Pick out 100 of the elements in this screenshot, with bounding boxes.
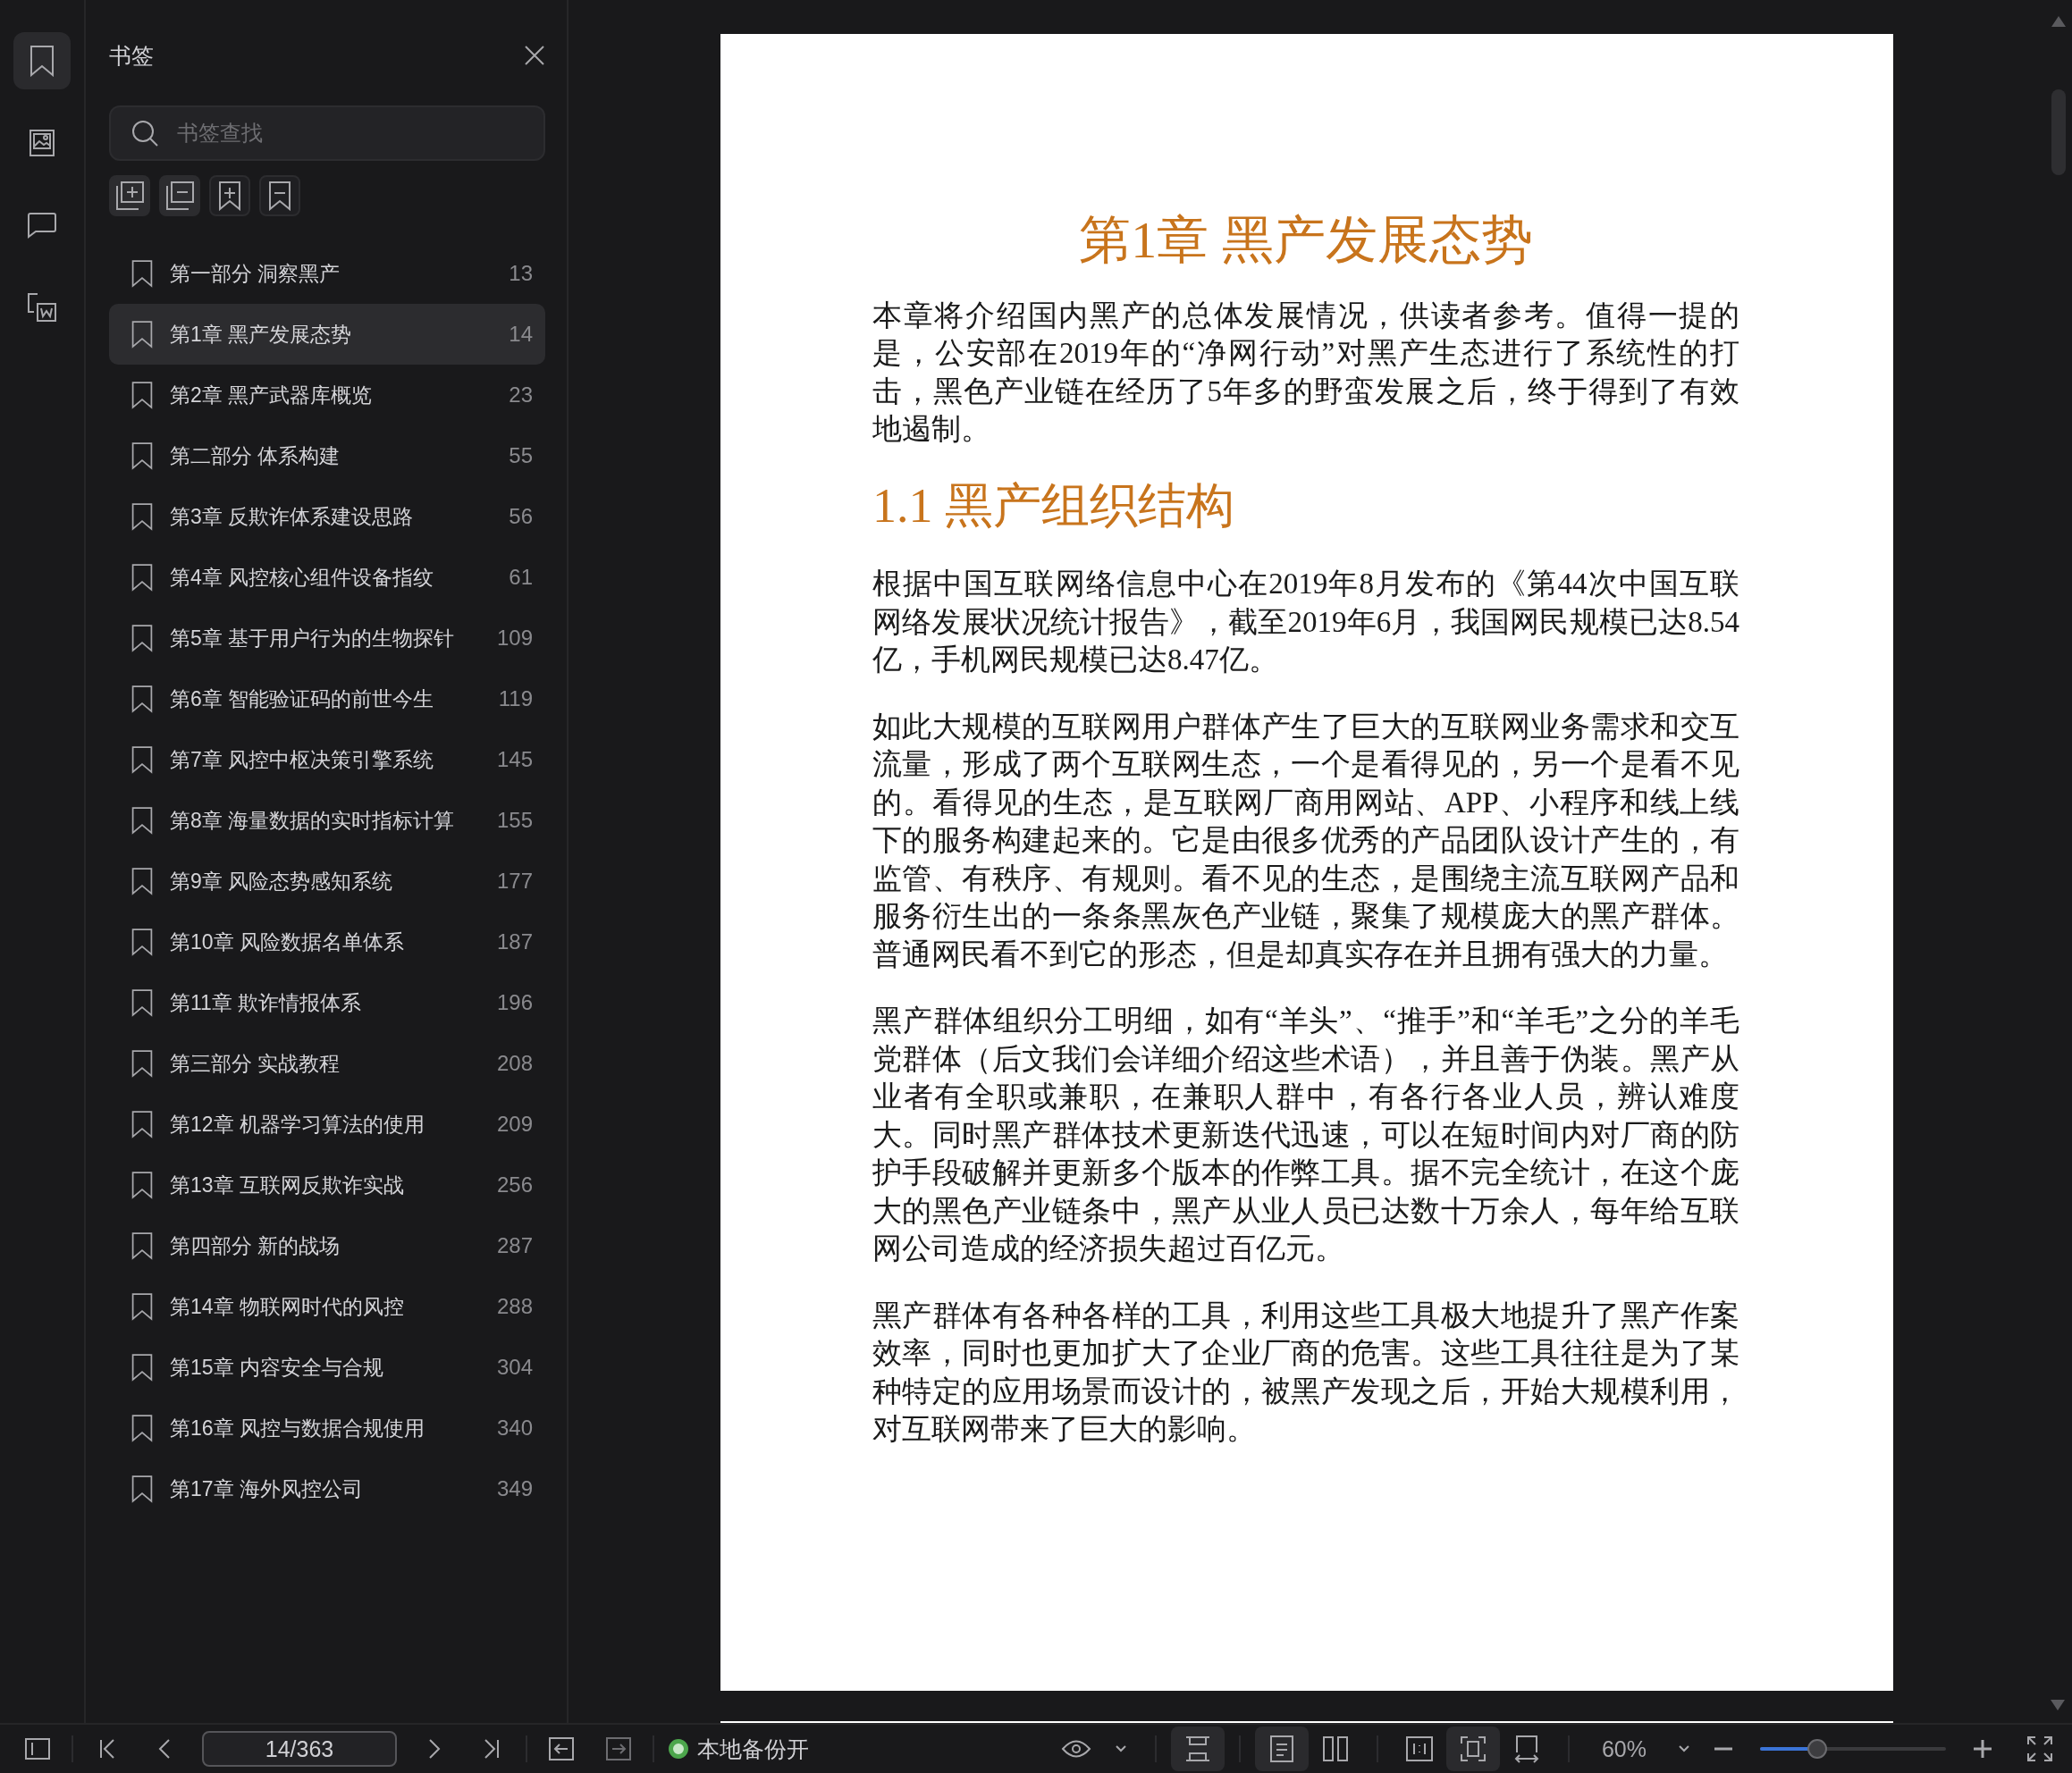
page-number: 196 <box>496 990 533 1015</box>
bookmark-label: 第14章 物联网时代的风控 <box>170 1293 405 1320</box>
page-number: 349 <box>496 1476 533 1501</box>
page-number: 187 <box>496 929 533 954</box>
bookmark-icon <box>131 441 154 470</box>
page-number: 155 <box>496 808 533 833</box>
fit-page-button[interactable] <box>1446 1727 1500 1771</box>
bookmark-label: 第3章 反欺诈体系建设思路 <box>170 503 415 530</box>
bookmark-icon <box>131 1292 154 1321</box>
body-paragraph: 黑产群体组织分工明细，如有“羊头”、“推手”和“羊毛”之分的羊毛党群体（后文我们会详细介绍这些术语），并且善于伪装。黑产从业者有全职或兼职，在兼职人群中，有各行各业人员，辨认难度大。同时黑产群体技术更新迭代迅速，可以在短时间内对厂商的防护手段破解并更新多个版本的作弊工具。据不完全统计，在这个庞大的黑色产业链条中，黑产从业人员已达数十万余人，每年给互联网公司造成的经济损失超过百亿元。 <box>872 1004 1739 1267</box>
bookmark-label: 第4章 风控核心组件设备指纹 <box>170 564 435 591</box>
page-number: 177 <box>496 869 533 894</box>
scroll-down-icon[interactable] <box>2051 1700 2065 1710</box>
page-number: 56 <box>509 504 533 529</box>
bookmark-label: 第2章 黑产武器库概览 <box>170 382 374 408</box>
search-field[interactable]: 书签查找 <box>109 105 545 161</box>
bookmark-item[interactable]: 第4章 风控核心组件设备指纹 61 <box>109 547 545 608</box>
remove-bookmark-button[interactable] <box>259 175 300 216</box>
page-number: 256 <box>496 1172 533 1197</box>
bookmark-label: 第13章 互联网反欺诈实战 <box>170 1172 405 1198</box>
bookmark-item[interactable]: 第5章 基于用户行为的生物探针 109 <box>109 608 545 668</box>
bookmark-icon <box>131 1414 154 1442</box>
page-number: 109 <box>496 626 533 651</box>
bookmark-icon <box>131 563 154 592</box>
page-number-field[interactable]: 14/363 <box>202 1731 397 1767</box>
bookmark-icon <box>131 685 154 713</box>
bookmark-item[interactable]: 第3章 反欺诈体系建设思路 56 <box>109 486 545 547</box>
bookmark-icon <box>131 745 154 774</box>
continuous-scroll-button[interactable] <box>1171 1727 1225 1771</box>
page-number: 13 <box>509 261 533 286</box>
bookmark-label: 第12章 机器学习算法的使用 <box>170 1111 425 1138</box>
page-number: 340 <box>496 1416 533 1441</box>
bookmark-item[interactable]: 第14章 物联网时代的风控 288 <box>109 1276 545 1337</box>
bookmark-item[interactable]: 第7章 风控中枢决策引擎系统 145 <box>109 729 545 790</box>
add-bookmark-button[interactable] <box>209 175 250 216</box>
bookmark-item[interactable]: 第13章 互联网反欺诈实战 256 <box>109 1155 545 1215</box>
bookmark-item[interactable]: 第一部分 洞察黑产 13 <box>109 243 545 304</box>
bookmark-icon <box>131 624 154 652</box>
collapse-all-button[interactable] <box>159 175 200 216</box>
bookmark-icon <box>131 867 154 895</box>
bookmark-minus-icon <box>268 181 291 211</box>
bookmark-item[interactable]: 第9章 风险态势感知系统 177 <box>109 851 545 912</box>
bookmark-label: 第16章 风控与数据合规使用 <box>170 1415 425 1441</box>
bookmark-item[interactable]: 第2章 黑产武器库概览 23 <box>109 365 545 425</box>
bookmark-icon <box>131 1049 154 1078</box>
bookmark-item[interactable]: 第8章 海量数据的实时指标计算 155 <box>109 790 545 851</box>
close-icon[interactable] <box>524 45 545 66</box>
bookmark-item[interactable]: 第三部分 实战教程 208 <box>109 1033 545 1094</box>
bookmark-icon <box>131 806 154 835</box>
bookmark-icon <box>131 988 154 1017</box>
bookmark-item[interactable]: 第12章 机器学习算法的使用 209 <box>109 1094 545 1155</box>
two-columns-icon <box>1322 1735 1349 1762</box>
bookmark-item[interactable]: 第四部分 新的战场 287 <box>109 1215 545 1276</box>
bookmark-label: 第四部分 新的战场 <box>170 1232 341 1259</box>
page-number: 208 <box>496 1051 533 1076</box>
comment-icon <box>27 212 57 239</box>
bookmark-label: 第17章 海外风控公司 <box>170 1475 364 1502</box>
bookmark-label: 第10章 风险数据名单体系 <box>170 929 405 955</box>
single-page-button[interactable] <box>1255 1727 1309 1771</box>
file-convert-icon <box>27 292 57 323</box>
slider-thumb[interactable] <box>1807 1739 1828 1759</box>
body-paragraph: 黑产群体有各种各样的工具，利用这些工具极大地提升了黑产作案效率，同时也更加扩大了企业厂商的危害。这些工具往往是为了某种特定的应用场景而设计的，被黑产发现之后，开始大规模利用，对互联网带来了巨大的影响。 <box>872 1298 1739 1448</box>
page-number: 23 <box>509 382 533 408</box>
body-paragraph: 如此大规模的互联网用户群体产生了巨大的互联网业务需求和交互流量，形成了两个互联网生态，一个是看得见的，另一个是看不见的。看得见的生态，是互联网厂商用网站、APP、小程序和线上线下的服务构建起来的。它是由很多优秀的产品团队设计产生的，有监管、有秩序、有规则。看不见的生态，是围绕主流互联网产品和服务衍生出的一条条黑灰色产业链，聚集了规模庞大的黑产群体。普通网民看不到它的形态，但是却真实存在并且拥有强大的力量。 <box>872 709 1739 972</box>
expand-all-button[interactable] <box>109 175 150 216</box>
bookmark-item[interactable]: 第11章 欺诈情报体系 196 <box>109 972 545 1033</box>
bookmark-label: 第9章 风险态势感知系统 <box>170 868 394 895</box>
scroll-up-icon[interactable] <box>2051 16 2066 27</box>
search-input[interactable]: 书签查找 <box>175 120 524 147</box>
bookmark-icon <box>131 320 154 349</box>
expand-icon <box>114 181 145 211</box>
bookmark-item[interactable]: 第15章 内容安全与合规 304 <box>109 1337 545 1398</box>
bookmark-plus-icon <box>218 181 241 211</box>
bookmark-tab[interactable] <box>13 32 71 89</box>
bookmark-item[interactable]: 第17章 海外风控公司 349 <box>109 1458 545 1519</box>
bookmark-label: 第二部分 体系构建 <box>170 442 341 469</box>
page-number: 55 <box>509 443 533 468</box>
bookmark-icon <box>131 1231 154 1260</box>
bookmark-label: 第三部分 实战教程 <box>170 1050 341 1077</box>
bookmark-icon <box>131 1475 154 1503</box>
bookmark-icon <box>131 381 154 409</box>
bookmark-item[interactable]: 第16章 风控与数据合规使用 340 <box>109 1398 545 1458</box>
bookmark-item[interactable]: 第6章 智能验证码的前世今生 119 <box>109 668 545 729</box>
bookmark-icon <box>131 1110 154 1139</box>
search-icon <box>131 119 159 147</box>
page-number: 14 <box>509 322 533 347</box>
bookmark-item[interactable]: 第10章 风险数据名单体系 187 <box>109 912 545 972</box>
bookmark-label: 第一部分 洞察黑产 <box>170 260 341 287</box>
bookmark-item[interactable]: 第1章 黑产发展态势 14 <box>109 304 545 365</box>
bookmark-item[interactable]: 第二部分 体系构建 55 <box>109 425 545 486</box>
section-heading: 1.1 黑产组织结构 <box>872 477 1235 534</box>
zoom-value[interactable]: 60% <box>1584 1735 1664 1762</box>
image-icon <box>29 129 55 157</box>
fit-frame-icon <box>1460 1735 1487 1762</box>
page-width-arrows-icon <box>1512 1735 1541 1763</box>
bookmark-icon <box>29 45 55 77</box>
body-paragraph: 本章将介绍国内黑产的总体发展情况，供读者参考。值得一提的是，公安部在2019年的“净网行动”对黑产生态进行了系统性的打击，黑色产业链在经历了5年多的野蛮发展之后，终于得到了有效地遏制。 <box>872 298 1739 448</box>
bookmark-label: 第1章 黑产发展态势 <box>170 321 353 348</box>
bookmark-icon <box>131 259 154 288</box>
page-number: 119 <box>498 686 533 711</box>
